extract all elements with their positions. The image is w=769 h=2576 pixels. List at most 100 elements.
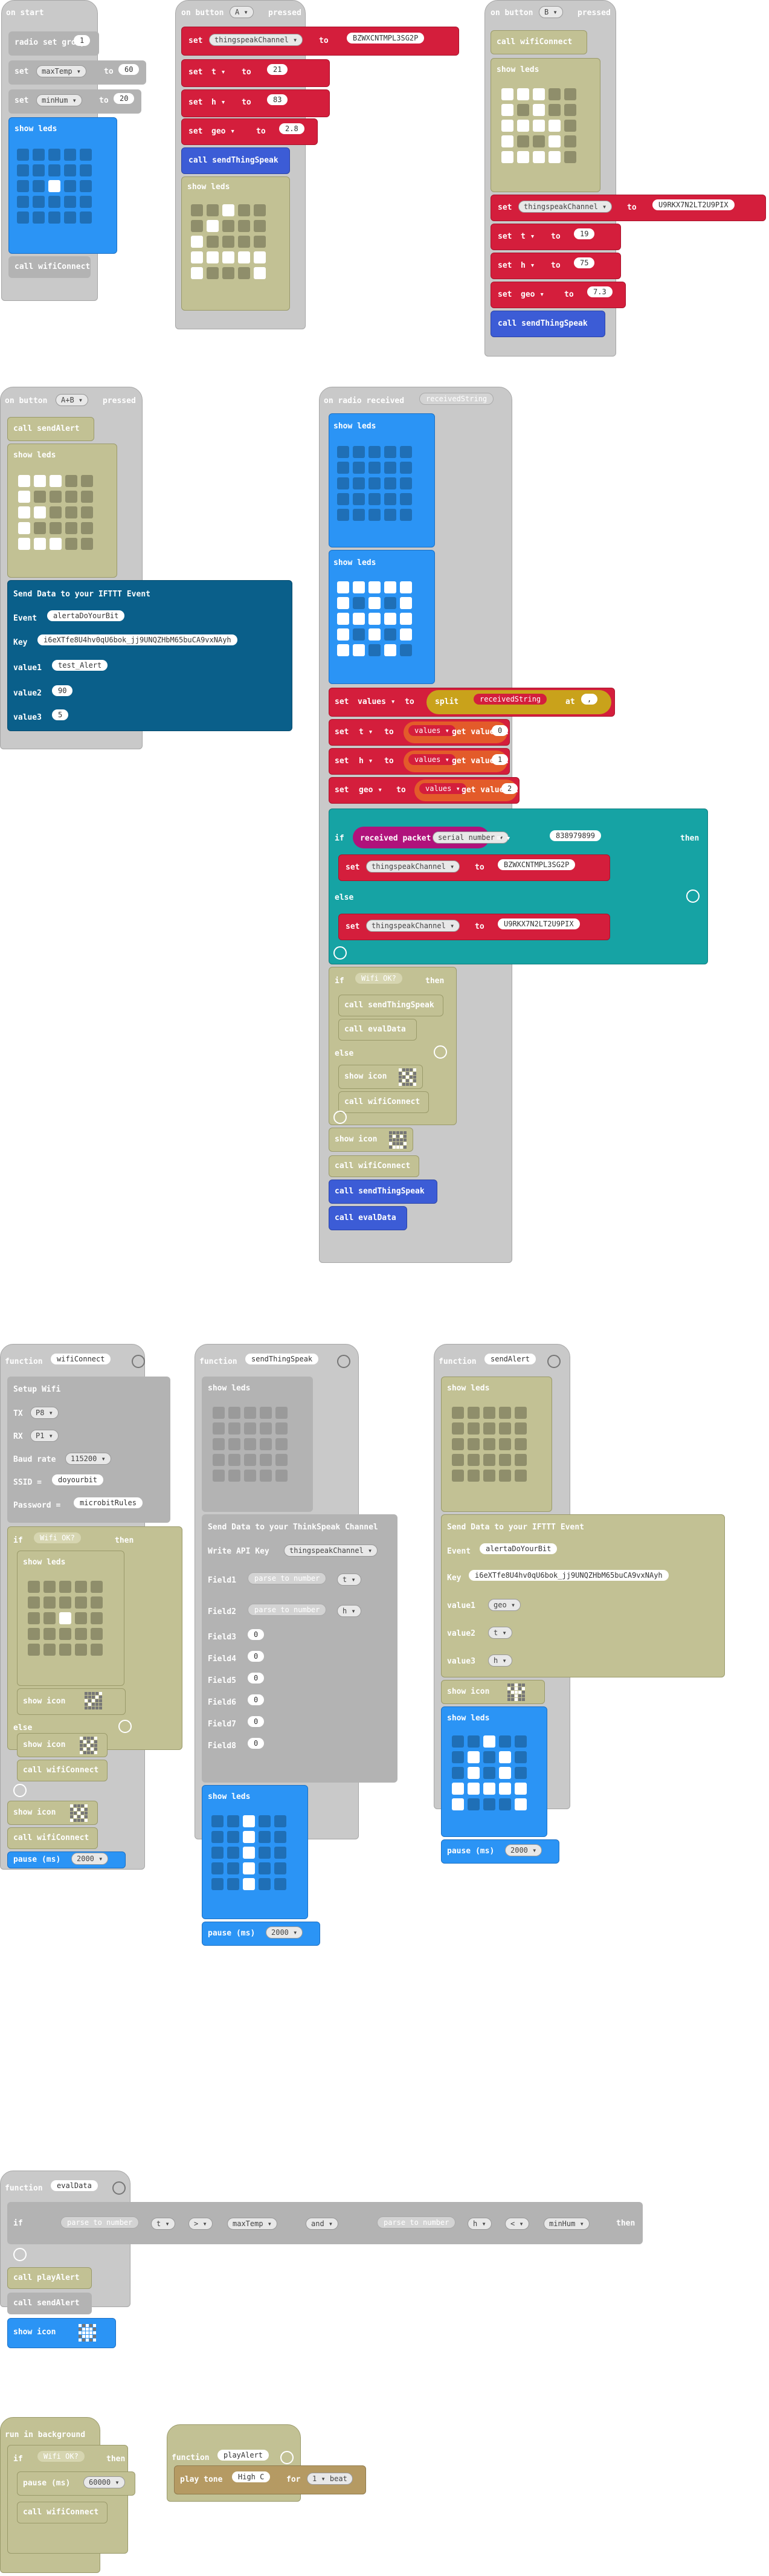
- collapse-icon[interactable]: [112, 2181, 126, 2195]
- led-grid[interactable]: [191, 204, 266, 279]
- h-value[interactable]: 83: [267, 94, 288, 105]
- received-string-param[interactable]: receivedString: [419, 393, 494, 405]
- field3-value[interactable]: 0: [248, 1629, 265, 1640]
- channel-value[interactable]: BZWXCNTMPL3SG2P: [498, 859, 576, 870]
- t-dropdown[interactable]: t ▾: [151, 2218, 175, 2230]
- lt-operator[interactable]: < ▾: [505, 2218, 529, 2230]
- led-icon[interactable]: [85, 1692, 102, 1709]
- equals-op[interactable]: = ▾: [497, 834, 510, 843]
- led-icon[interactable]: [389, 1131, 407, 1149]
- values-ref[interactable]: values ▾: [408, 725, 455, 736]
- set-h-block[interactable]: [181, 89, 330, 117]
- led-icon[interactable]: [70, 1804, 88, 1822]
- ifttt-send-block[interactable]: [7, 580, 292, 731]
- password-value[interactable]: microbitRules: [74, 1497, 143, 1508]
- field8-value[interactable]: 0: [248, 1738, 265, 1749]
- collapse-icon[interactable]: [132, 1355, 145, 1368]
- function-name[interactable]: sendAlert: [484, 1354, 536, 1364]
- t-value[interactable]: 21: [267, 64, 288, 75]
- field5-value[interactable]: 0: [248, 1673, 265, 1683]
- led-icon[interactable]: [79, 2324, 96, 2342]
- geo-value[interactable]: 7.3: [587, 286, 613, 297]
- led-grid[interactable]: [501, 88, 576, 163]
- geo-var[interactable]: geo ▾: [211, 127, 235, 136]
- led-grid[interactable]: [452, 1735, 527, 1810]
- remove-else-icon[interactable]: [686, 889, 700, 903]
- h-var[interactable]: h ▾: [359, 757, 373, 766]
- parse-h-block[interactable]: parse to number: [377, 2216, 456, 2229]
- led-grid[interactable]: [28, 1581, 103, 1656]
- t-var[interactable]: t ▾: [521, 232, 535, 241]
- function-name[interactable]: playAlert: [217, 2450, 269, 2461]
- h-var[interactable]: h ▾: [211, 98, 225, 107]
- led-icon[interactable]: [507, 1683, 525, 1701]
- beat-dropdown[interactable]: 1 ▾ beat: [307, 2473, 353, 2485]
- led-grid[interactable]: [211, 1815, 286, 1890]
- button-dropdown[interactable]: B ▾: [539, 6, 563, 18]
- values-ref[interactable]: values ▾: [419, 783, 466, 794]
- parse-t-block[interactable]: parse to number: [60, 2216, 140, 2229]
- led-grid[interactable]: [452, 1407, 527, 1482]
- t-value[interactable]: 19: [574, 228, 595, 239]
- add-else-icon[interactable]: [333, 946, 347, 960]
- remove-else-icon[interactable]: [434, 1045, 447, 1059]
- geo-dropdown[interactable]: geo ▾: [488, 1599, 521, 1611]
- note-value[interactable]: High C: [232, 2471, 271, 2482]
- led-grid[interactable]: [18, 475, 93, 550]
- and-operator[interactable]: and ▾: [306, 2218, 339, 2230]
- pause-dropdown[interactable]: 60000 ▾: [83, 2476, 125, 2488]
- index-value[interactable]: 2: [501, 783, 518, 794]
- minhum-dropdown[interactable]: minHum ▾: [544, 2218, 590, 2230]
- collapse-icon[interactable]: [280, 2451, 294, 2464]
- add-else-icon[interactable]: [333, 1111, 347, 1124]
- led-grid[interactable]: [337, 446, 412, 521]
- t-dropdown[interactable]: t ▾: [337, 1574, 361, 1586]
- maxtemp-dropdown[interactable]: maxTemp ▾: [227, 2218, 278, 2230]
- received-string-ref[interactable]: receivedString: [474, 694, 547, 705]
- event-value[interactable]: alertaDoYourBit: [480, 1543, 558, 1554]
- add-else-icon[interactable]: [13, 1784, 27, 1797]
- values-var[interactable]: values ▾: [358, 697, 396, 706]
- maxtemp-value[interactable]: 60: [118, 64, 140, 75]
- channel-dropdown[interactable]: thingspeakChannel ▾: [366, 860, 460, 873]
- serial-value[interactable]: 838979899: [550, 830, 602, 841]
- field6-value[interactable]: 0: [248, 1694, 265, 1705]
- pause-dropdown[interactable]: 2000 ▾: [71, 1853, 109, 1865]
- key-value[interactable]: i6eXTfe8U4hv0qU6bok_jj9UNQZHbM65buCA9vxN…: [469, 1570, 669, 1581]
- wifi-ok-condition[interactable]: Wifi OK?: [37, 2451, 85, 2462]
- gt-operator[interactable]: > ▾: [188, 2218, 213, 2230]
- index-value[interactable]: 0: [492, 725, 509, 736]
- h-dropdown[interactable]: h ▾: [488, 1654, 512, 1667]
- collapse-icon[interactable]: [337, 1355, 350, 1368]
- maxtemp-dropdown[interactable]: maxTemp ▾: [36, 65, 87, 77]
- api-key-dropdown[interactable]: thingspeakChannel ▾: [284, 1545, 378, 1557]
- add-else-icon[interactable]: [13, 2248, 27, 2261]
- collapse-icon[interactable]: [547, 1355, 561, 1368]
- h-dropdown[interactable]: h ▾: [337, 1605, 361, 1617]
- set-t-block[interactable]: [181, 59, 330, 87]
- channel-value[interactable]: U9RKX7N2LT2U9PIX: [652, 199, 735, 210]
- led-grid[interactable]: [17, 149, 92, 224]
- parse-t-block[interactable]: parse to number: [248, 1572, 327, 1584]
- radio-group-value[interactable]: 1: [74, 35, 91, 46]
- value1-value[interactable]: test_Alert: [52, 660, 108, 671]
- channel-value[interactable]: U9RKX7N2LT2U9PIX: [498, 918, 580, 929]
- wifi-ok-condition[interactable]: Wifi OK?: [355, 973, 402, 984]
- led-grid[interactable]: [213, 1407, 288, 1482]
- tx-dropdown[interactable]: P8 ▾: [30, 1407, 59, 1419]
- led-icon[interactable]: [80, 1737, 97, 1754]
- event-value[interactable]: alertaDoYourBit: [47, 610, 125, 621]
- ssid-value[interactable]: doyourbit: [52, 1474, 104, 1485]
- remove-else-icon[interactable]: [118, 1720, 132, 1733]
- wifi-ok-condition[interactable]: Wifi OK?: [34, 1532, 81, 1543]
- h-var[interactable]: h ▾: [521, 261, 535, 270]
- h-dropdown[interactable]: h ▾: [468, 2218, 492, 2230]
- values-ref[interactable]: values ▾: [408, 754, 455, 765]
- baud-dropdown[interactable]: 115200 ▾: [65, 1453, 111, 1465]
- key-value[interactable]: i6eXTfe8U4hv0qU6bok_jj9UNQZHbM65buCA9vxN…: [37, 634, 237, 645]
- channel-dropdown[interactable]: thingspeakChannel ▾: [366, 920, 460, 932]
- button-dropdown[interactable]: A+B ▾: [56, 394, 89, 406]
- geo-var[interactable]: geo ▾: [359, 786, 382, 795]
- channel-value[interactable]: BZWXCNTMPL3SG2P: [347, 33, 425, 44]
- channel-dropdown[interactable]: thingspeakChannel ▾: [209, 34, 303, 46]
